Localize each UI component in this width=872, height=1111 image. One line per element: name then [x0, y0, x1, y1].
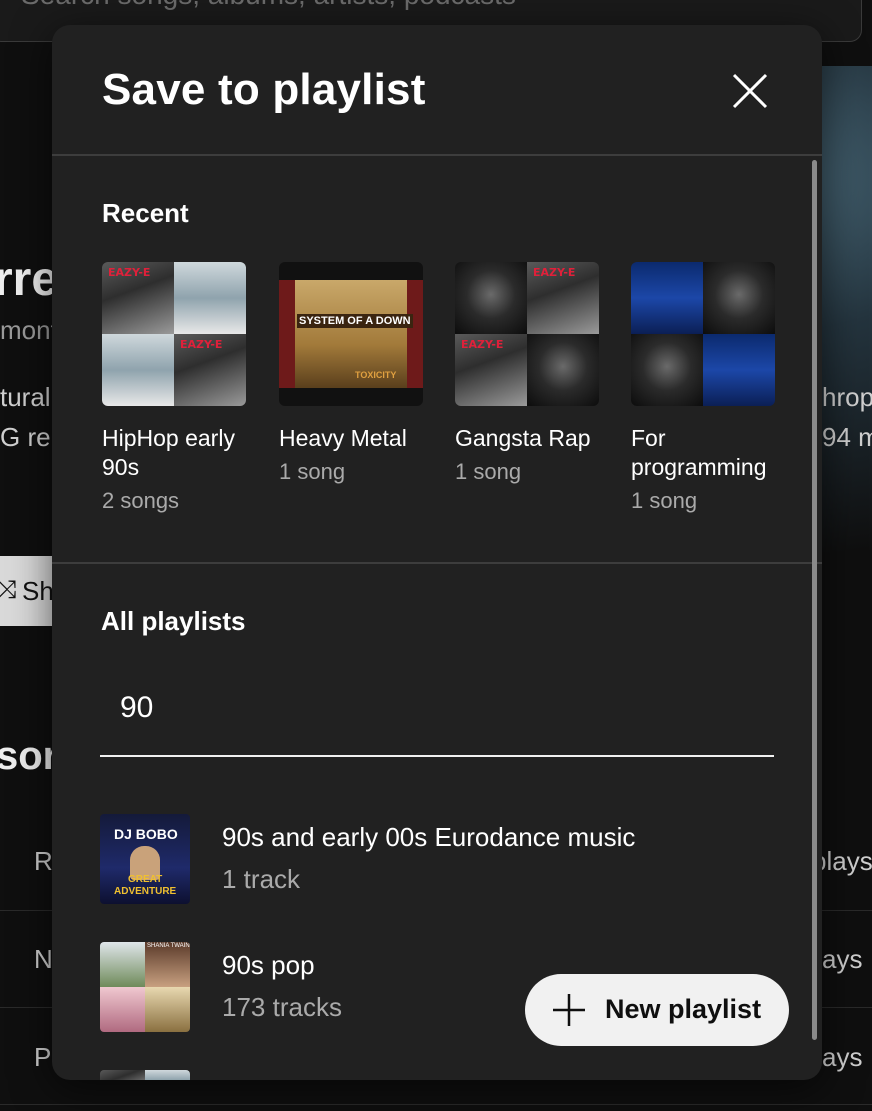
save-to-playlist-dialog: Save to playlist Recent EAZY-E EAZY-E Hi… — [52, 25, 822, 1080]
playlist-thumbnail — [631, 262, 775, 406]
new-playlist-button[interactable]: New playlist — [525, 974, 789, 1046]
background-description-line2: G re — [0, 422, 51, 452]
background-search-placeholder: Search songs, albums, artists, podcasts — [21, 0, 516, 11]
background-subtitle: mont — [0, 315, 58, 345]
all-playlists-section-title: All playlists — [101, 606, 246, 636]
recent-playlist-card[interactable]: EAZY-E EAZY-E HipHop early 90s 2 songs — [102, 262, 250, 514]
playlist-thumbnail-partial — [100, 1070, 190, 1080]
shuffle-icon: ⤨ — [0, 574, 17, 604]
playlist-thumbnail: EAZY-E EAZY-E — [455, 262, 599, 406]
recent-playlist-count: 1 song — [631, 488, 698, 513]
background-right-line2: 94 m — [822, 422, 872, 452]
background-section-title: sor — [0, 734, 59, 778]
playlist-search-input[interactable]: 90 — [100, 675, 774, 757]
album-art-text: EAZY-E — [533, 266, 576, 279]
album-art-text: DJ BOBO — [114, 826, 178, 842]
recent-playlist-name: Gangsta Rap — [455, 425, 591, 451]
background-row-left: P — [34, 1042, 52, 1072]
new-playlist-label: New playlist — [605, 994, 762, 1024]
album-art-text: GREAT — [128, 874, 163, 885]
background-row-left: N — [34, 944, 53, 974]
playlist-count: 1 track — [222, 864, 301, 894]
recent-playlist-card[interactable]: For programming 1 song — [631, 262, 779, 514]
album-art-text: SHANIA TWAIN — [147, 943, 190, 949]
playlist-thumbnail: SHANIA TWAIN — [100, 942, 190, 1032]
close-icon — [732, 73, 768, 109]
album-art-text: EAZY-E — [180, 338, 223, 351]
background-row-divider — [0, 1104, 872, 1105]
search-underline — [100, 755, 774, 757]
section-divider — [52, 562, 822, 564]
playlist-name: 90s and early 00s Eurodance music — [222, 822, 636, 852]
header-divider — [52, 154, 822, 156]
recent-playlist-name: HipHop early 90s — [102, 425, 235, 480]
album-art-text: EAZY-E — [461, 338, 504, 351]
album-art-text: ADVENTURE — [114, 886, 177, 897]
album-art-text: EAZY-E — [108, 266, 151, 279]
background-description-line1: tural — [0, 382, 51, 412]
background-right-line1: hrop — [822, 382, 872, 412]
recent-playlist-card[interactable]: EAZY-E EAZY-E Gangsta Rap 1 song — [455, 262, 603, 485]
recent-playlist-count: 1 song — [279, 459, 346, 484]
recent-playlist-name: For programming — [631, 425, 767, 480]
playlist-count: 173 tracks — [222, 992, 342, 1022]
playlist-thumbnail: DJ BOBO GREAT ADVENTURE — [100, 814, 190, 904]
album-art-text: SYSTEM OF A DOWN — [297, 314, 413, 328]
playlist-thumbnail: EAZY-E EAZY-E — [102, 262, 246, 406]
background-row-left: R — [34, 846, 53, 876]
recent-section-title: Recent — [102, 198, 189, 228]
background-shuffle-label: Sh — [22, 576, 54, 606]
recent-playlist-count: 2 songs — [102, 488, 180, 513]
playlist-row[interactable]: DJ BOBO GREAT ADVENTURE 90s and early 00… — [100, 814, 800, 904]
background-row-right: ays — [822, 1042, 863, 1072]
dialog-title: Save to playlist — [102, 65, 426, 114]
playlist-search-value: 90 — [120, 691, 154, 724]
background-artist-title: rre — [0, 253, 59, 306]
album-art-text: TOXICITY — [355, 370, 397, 380]
recent-playlist-count: 1 song — [455, 459, 522, 484]
dialog-scrollbar[interactable] — [812, 160, 817, 1040]
playlist-thumbnail: SYSTEM OF A DOWN TOXICITY — [279, 262, 423, 406]
recent-playlist-name: Heavy Metal — [279, 425, 407, 451]
plus-icon — [553, 994, 585, 1026]
close-button[interactable] — [724, 65, 776, 117]
playlist-name: 90s pop — [222, 950, 315, 980]
recent-playlist-card[interactable]: SYSTEM OF A DOWN TOXICITY Heavy Metal 1 … — [279, 262, 427, 485]
background-row-right: ays — [822, 944, 863, 974]
